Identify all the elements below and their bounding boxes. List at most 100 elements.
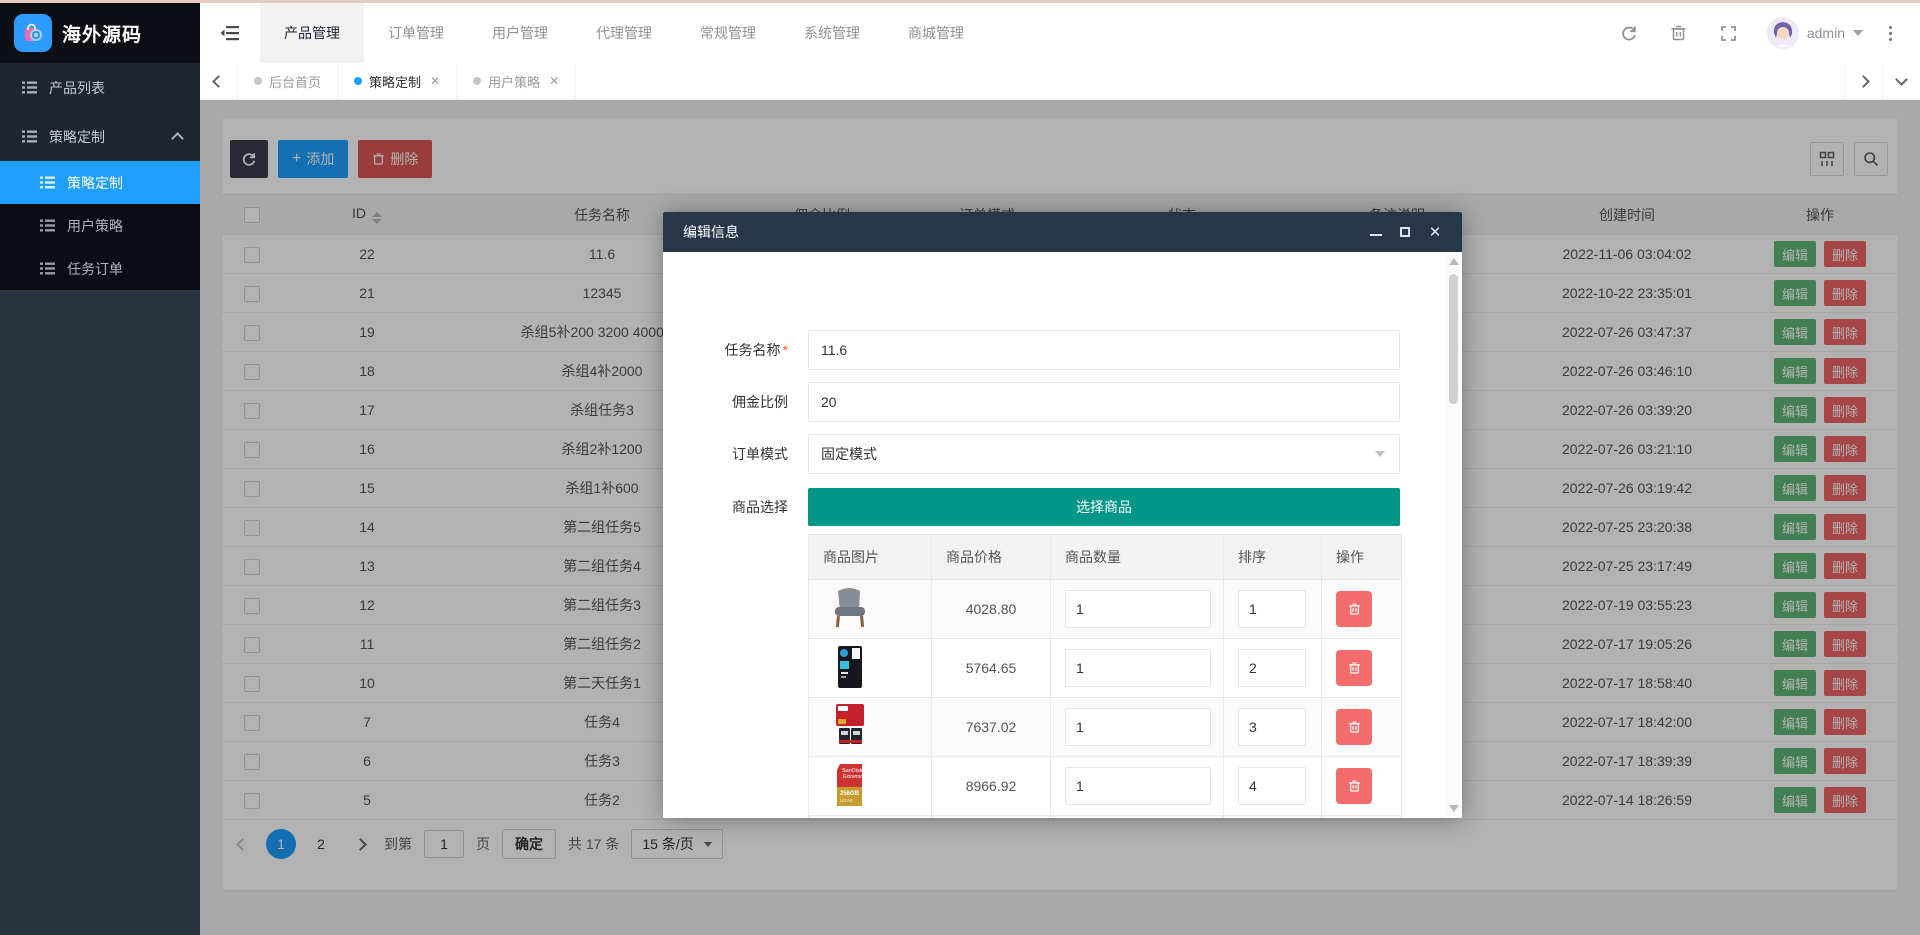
username: admin bbox=[1807, 25, 1845, 41]
product-sort-input[interactable] bbox=[1238, 708, 1306, 746]
tab-status-dot bbox=[254, 77, 262, 85]
product-table-body: 4028.805764.657637.02SanDiskExtreme256GB… bbox=[809, 580, 1401, 818]
nav-item-mall-management[interactable]: 商城管理 bbox=[884, 3, 988, 63]
top-nav: 产品管理订单管理用户管理代理管理常规管理系统管理商城管理 bbox=[200, 3, 1920, 63]
product-row: 9477.85 bbox=[809, 816, 1401, 818]
list-icon bbox=[40, 219, 55, 232]
product-table-header: 商品图片 商品价格 商品数量 排序 操作 bbox=[809, 535, 1401, 580]
product-image-armchair bbox=[823, 585, 877, 634]
product-sort-input[interactable] bbox=[1238, 649, 1306, 687]
maximize-icon[interactable] bbox=[1400, 227, 1410, 237]
product-column-sort: 排序 bbox=[1224, 535, 1322, 579]
avatar bbox=[1767, 17, 1799, 49]
top-progress-strip bbox=[0, 0, 1920, 3]
product-price: 7637.02 bbox=[932, 698, 1051, 756]
nav-item-user-management[interactable]: 用户管理 bbox=[468, 3, 572, 63]
tabs-menu-dropdown[interactable] bbox=[1882, 63, 1920, 99]
product-image-red-memory-kit bbox=[823, 703, 877, 752]
more-options-icon[interactable] bbox=[1889, 26, 1892, 41]
svg-text:U3 A2: U3 A2 bbox=[840, 798, 853, 803]
scroll-down-icon[interactable] bbox=[1449, 805, 1459, 812]
modal-body: 任务名称* 佣金比例 订单模式 固定模式 商品选择 选择商品 商品图片 商品价格… bbox=[663, 252, 1462, 818]
tab-close-icon[interactable]: ✕ bbox=[430, 74, 440, 88]
task-name-input[interactable] bbox=[808, 330, 1400, 370]
tab-strategy-custom[interactable]: 策略定制✕ bbox=[338, 63, 457, 99]
trash-icon bbox=[1348, 779, 1361, 793]
list-icon bbox=[22, 130, 37, 143]
brand-name: 海外源码 bbox=[62, 20, 142, 47]
refresh-icon[interactable] bbox=[1617, 21, 1641, 45]
nav-item-agent-management[interactable]: 代理管理 bbox=[572, 3, 676, 63]
product-image-sandisk-extreme: SanDiskExtreme256GBU3 A2 bbox=[823, 762, 877, 811]
tab-user-strategy[interactable]: 用户策略 ✕ bbox=[457, 63, 576, 99]
tab-label: 用户策略 bbox=[488, 72, 540, 91]
modal-header[interactable]: 编辑信息 ✕ bbox=[663, 212, 1462, 252]
product-row: SanDiskExtreme256GBU3 A28966.92 bbox=[809, 757, 1401, 816]
list-icon bbox=[22, 81, 37, 94]
product-qty-input[interactable] bbox=[1065, 590, 1211, 628]
user-caret-icon bbox=[1853, 30, 1863, 36]
required-asterisk: * bbox=[783, 342, 788, 358]
list-icon bbox=[40, 176, 55, 189]
nav-item-product-management[interactable]: 产品管理 bbox=[260, 3, 364, 63]
sidebar-item-product-list[interactable]: 产品列表 bbox=[0, 63, 200, 112]
scroll-up-icon[interactable] bbox=[1449, 258, 1459, 265]
select-caret-icon bbox=[1375, 451, 1385, 457]
modal-title: 编辑信息 bbox=[683, 222, 739, 242]
scroll-thumb[interactable] bbox=[1449, 274, 1458, 404]
edit-modal: 编辑信息 ✕ 任务名称* 佣金比例 订单模式 固定模式 商品选择 选择商品 商 bbox=[663, 212, 1462, 818]
product-delete-button[interactable] bbox=[1336, 591, 1372, 627]
sidebar-group-strategy-custom-group[interactable]: 策略定制 bbox=[0, 112, 200, 161]
trash-icon bbox=[1348, 661, 1361, 675]
product-column-qty: 商品数量 bbox=[1051, 535, 1224, 579]
product-column-image: 商品图片 bbox=[809, 535, 932, 579]
product-price: 4028.80 bbox=[932, 580, 1051, 638]
product-qty-input[interactable] bbox=[1065, 649, 1211, 687]
product-row: 4028.80 bbox=[809, 580, 1401, 639]
tabs-scroll-right[interactable] bbox=[1844, 63, 1882, 99]
task-name-label: 任务名称* bbox=[663, 330, 800, 370]
nav-item-general-management[interactable]: 常规管理 bbox=[676, 3, 780, 63]
nav-item-order-management[interactable]: 订单管理 bbox=[364, 3, 468, 63]
user-menu[interactable]: admin bbox=[1767, 17, 1863, 49]
product-row: 7637.02 bbox=[809, 698, 1401, 757]
tabs: 后台首页策略定制✕ 用户策略 ✕ bbox=[238, 63, 576, 99]
brand-logo-icon bbox=[14, 14, 52, 52]
sidebar-item-label: 产品列表 bbox=[49, 78, 105, 98]
product-qty-input[interactable] bbox=[1065, 767, 1211, 805]
trash-icon bbox=[1348, 602, 1361, 616]
order-mode-select[interactable]: 固定模式 bbox=[808, 434, 1400, 474]
product-delete-button[interactable] bbox=[1336, 768, 1372, 804]
side-menu: 产品列表策略定制策略定制用户策略任务订单 bbox=[0, 63, 200, 290]
collapse-sidebar-icon[interactable] bbox=[200, 3, 260, 63]
fullscreen-icon[interactable] bbox=[1717, 21, 1741, 45]
product-image-hp-ink bbox=[823, 644, 877, 693]
sidebar-subitem-strategy-custom[interactable]: 策略定制 bbox=[0, 161, 200, 204]
sidebar-group-label: 策略定制 bbox=[49, 127, 105, 147]
sidebar-subitem-task-orders[interactable]: 任务订单 bbox=[0, 247, 200, 290]
close-icon[interactable]: ✕ bbox=[1428, 225, 1442, 239]
product-sort-input[interactable] bbox=[1238, 590, 1306, 628]
tab-close-icon[interactable]: ✕ bbox=[549, 74, 559, 88]
chevron-up-icon bbox=[171, 132, 184, 145]
product-sort-input[interactable] bbox=[1238, 767, 1306, 805]
sidebar-subitem-label: 策略定制 bbox=[67, 173, 123, 193]
product-row: 5764.65 bbox=[809, 639, 1401, 698]
product-table: 商品图片 商品价格 商品数量 排序 操作 4028.805764.657637.… bbox=[808, 534, 1402, 818]
tab-home[interactable]: 后台首页 bbox=[238, 63, 338, 99]
sidebar-subitem-user-strategy[interactable]: 用户策略 bbox=[0, 204, 200, 247]
sidebar-submenu: 策略定制用户策略任务订单 bbox=[0, 161, 200, 290]
clear-cache-trash-icon[interactable] bbox=[1667, 21, 1691, 45]
product-delete-button[interactable] bbox=[1336, 709, 1372, 745]
commission-input[interactable] bbox=[808, 382, 1400, 422]
top-nav-items: 产品管理订单管理用户管理代理管理常规管理系统管理商城管理 bbox=[260, 3, 988, 63]
product-select-label: 商品选择 bbox=[663, 488, 800, 526]
minimize-icon[interactable] bbox=[1370, 228, 1382, 236]
product-delete-button[interactable] bbox=[1336, 650, 1372, 686]
nav-item-system-management[interactable]: 系统管理 bbox=[780, 3, 884, 63]
sidebar-subitem-label: 任务订单 bbox=[67, 259, 123, 279]
select-product-button[interactable]: 选择商品 bbox=[808, 488, 1400, 526]
product-qty-input[interactable] bbox=[1065, 708, 1211, 746]
tabs-scroll-left[interactable] bbox=[200, 63, 238, 99]
modal-scrollbar[interactable] bbox=[1447, 254, 1460, 816]
